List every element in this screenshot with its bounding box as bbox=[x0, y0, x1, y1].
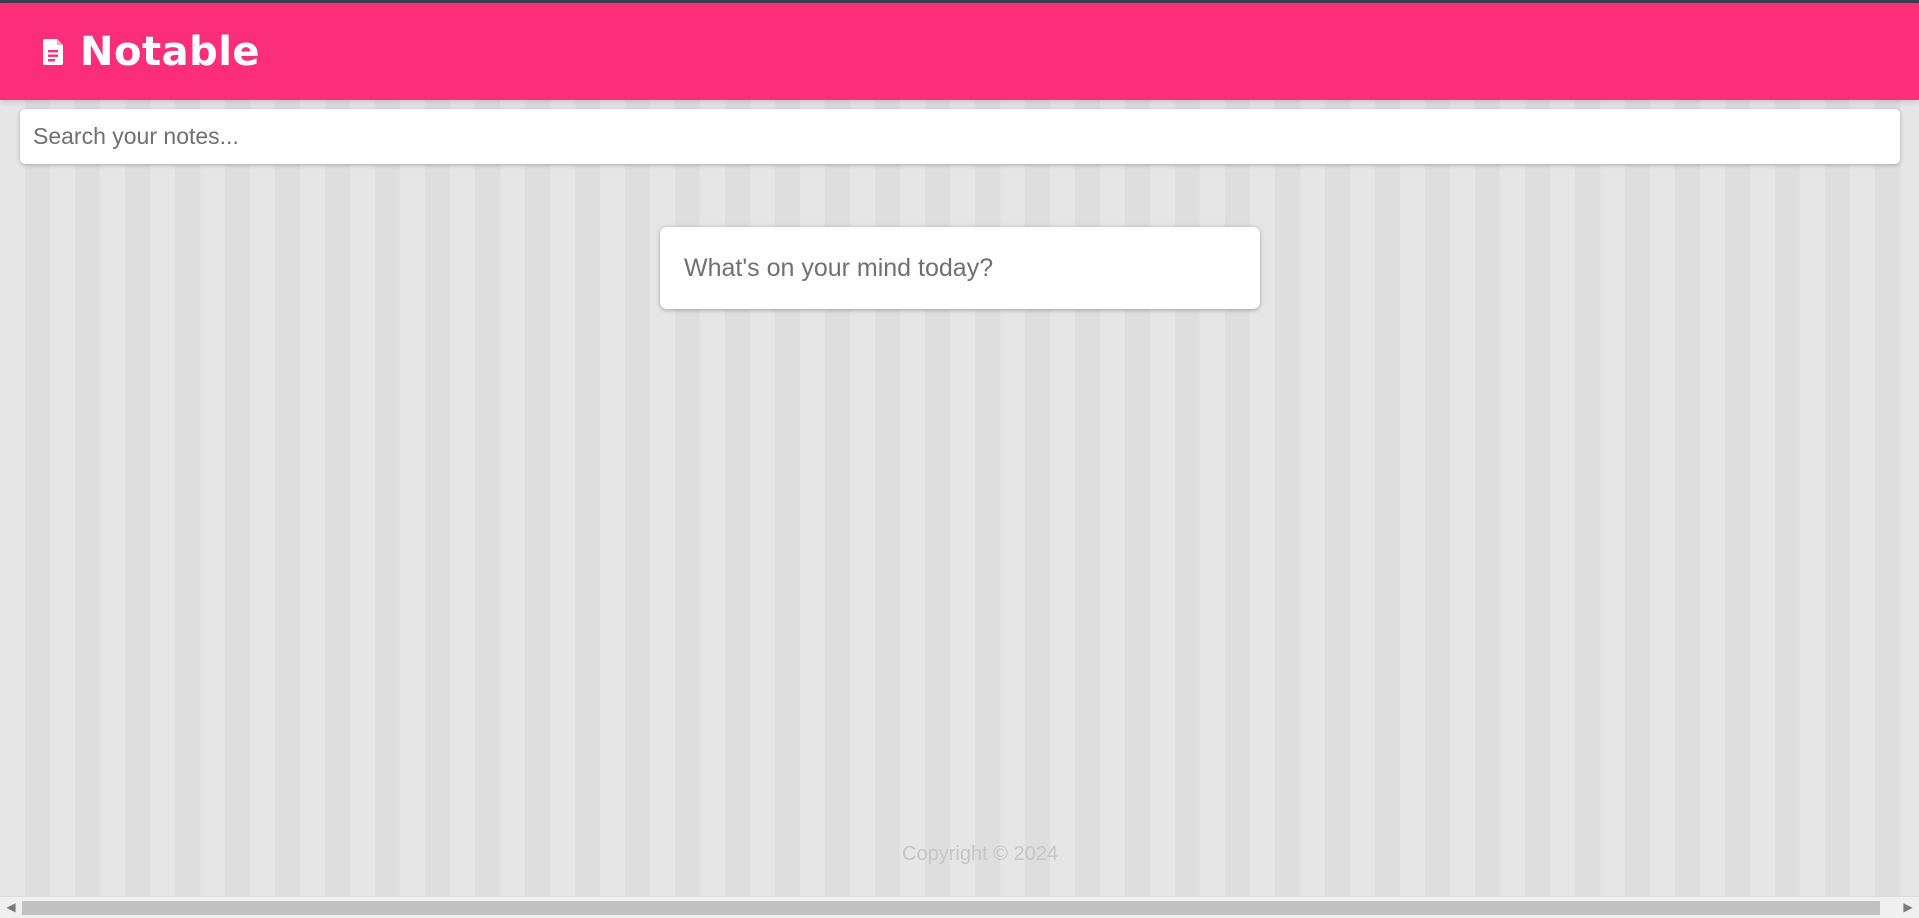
app-header: Notable bbox=[0, 3, 1919, 100]
horizontal-scrollbar[interactable]: ◀ ▶ bbox=[0, 896, 1919, 918]
search-input[interactable] bbox=[20, 109, 1900, 164]
note-composer bbox=[660, 227, 1260, 309]
note-input[interactable] bbox=[660, 227, 1260, 309]
search-bar bbox=[20, 109, 1900, 164]
document-icon bbox=[42, 38, 66, 66]
brand: Notable bbox=[42, 32, 260, 72]
app-title: Notable bbox=[80, 28, 261, 75]
scrollbar-thumb[interactable] bbox=[22, 901, 1880, 915]
footer-copyright: Copyright © 2024 bbox=[902, 843, 1058, 865]
scroll-left-icon[interactable]: ◀ bbox=[2, 897, 20, 918]
scroll-right-icon[interactable]: ▶ bbox=[1899, 897, 1917, 918]
